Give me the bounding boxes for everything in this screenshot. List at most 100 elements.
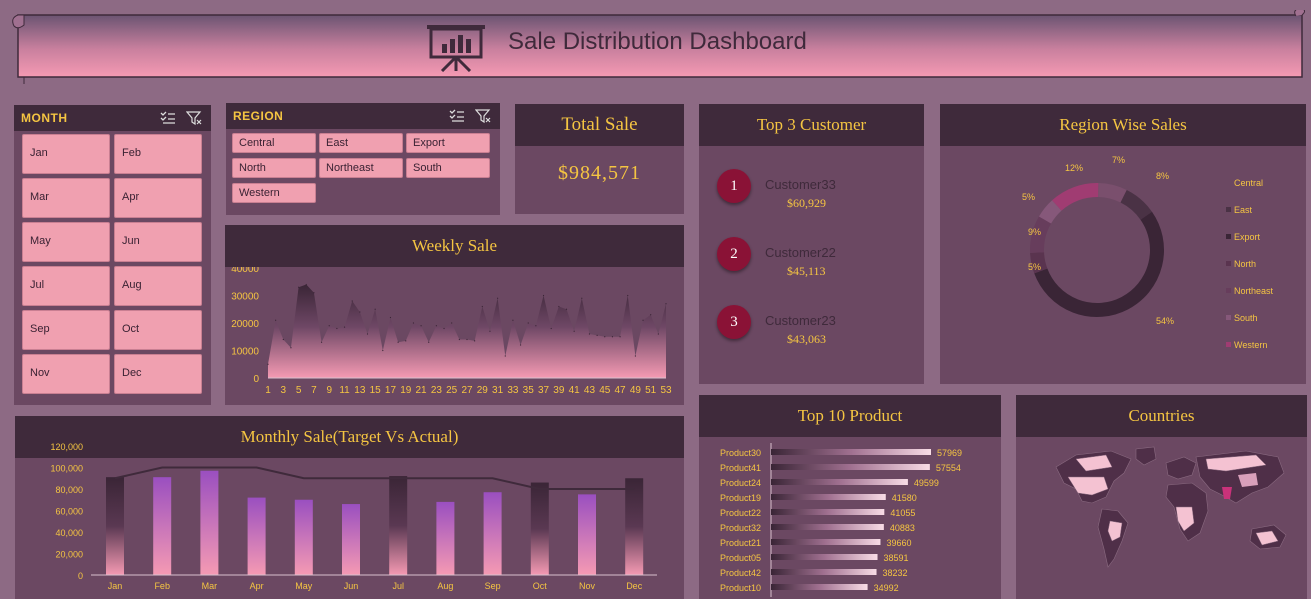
region-slicer-title: REGION [233,109,284,123]
region-button-south[interactable]: South [406,158,490,178]
month-button-sep[interactable]: Sep [22,310,110,350]
x-tick-label: 27 [461,385,473,396]
weekly-area [268,284,666,378]
weekly-point [611,336,614,338]
month-button-jul[interactable]: Jul [22,266,110,306]
weekly-point [504,355,506,357]
x-tick-label: 11 [339,385,350,396]
month-button-nov[interactable]: Nov [22,354,110,394]
multi-select-icon[interactable] [449,108,465,124]
product-bar-product30 [771,449,931,455]
countries-card: Countries [1016,395,1307,599]
weekly-point [282,338,284,341]
weekly-point [267,363,269,365]
legend-swatch [1226,261,1231,266]
legend-label-western: Western [1234,340,1267,350]
weekly-point [298,286,300,288]
month-button-jan[interactable]: Jan [22,134,110,174]
region-button-central[interactable]: Central [232,133,316,153]
product-label: Product22 [720,508,761,518]
month-button-apr[interactable]: Apr [114,178,202,218]
weekly-point [558,305,560,308]
weekly-point [527,322,529,324]
region-button-western[interactable]: Western [232,183,316,203]
weekly-point [466,338,468,341]
month-button-oct[interactable]: Oct [114,310,202,350]
legend-swatch [1226,288,1231,293]
weekly-point [634,355,636,357]
region-button-northeast[interactable]: Northeast [319,158,403,178]
weekly-point [596,334,598,336]
x-tick-label: 51 [645,385,657,396]
customer-amount: $60,929 [787,196,826,210]
region-button-north[interactable]: North [232,158,316,178]
bar-actual-jul [389,476,408,575]
weekly-point [535,325,537,327]
weekly-point [374,308,376,310]
product-bar-product32 [771,524,884,530]
month-slicer-title: MONTH [21,111,68,125]
month-button-may[interactable]: May [22,222,110,262]
legend-label-central: Central [1234,178,1263,188]
multi-select-icon[interactable] [160,110,176,126]
legend-label-east: East [1234,205,1253,215]
month-button-mar[interactable]: Mar [22,178,110,218]
clear-filter-icon[interactable] [186,110,202,126]
clear-filter-icon[interactable] [475,108,491,124]
region-button-export[interactable]: Export [406,133,490,153]
month-button-dec[interactable]: Dec [114,354,202,394]
weekly-point [519,344,522,346]
y-tick-label: 0 [253,374,259,385]
weekly-point [581,297,583,299]
x-tick-label: 43 [584,385,596,396]
bar-actual-feb [153,477,172,575]
month-button-jun[interactable]: Jun [114,222,202,262]
rank-badge: 3 [717,305,751,339]
legend-label-south: South [1234,313,1258,323]
donut-slice-export [1034,211,1164,317]
x-tick-label: 29 [477,385,489,396]
region-donut-chart: 7% 8% 54% 5% 9% 5% 12% Central East Export North No… [1022,155,1274,350]
bar-actual-sep [483,492,502,575]
x-tick-label: 15 [370,385,382,396]
product-bar-product10 [771,584,868,590]
legend-swatch [1226,342,1231,347]
legend-swatch [1226,234,1231,239]
month-button-feb[interactable]: Feb [114,134,202,174]
total-sale-card: Total Sale $984,571 [515,104,684,214]
weekly-point [619,336,621,338]
top-customers-title: Top 3 Customer [699,104,924,146]
x-tick-label: Apr [250,581,264,591]
month-button-aug[interactable]: Aug [114,266,202,306]
customer-name: Customer22 [765,245,836,260]
region-button-east[interactable]: East [319,133,403,153]
product-bar-product42 [771,569,877,575]
weekly-point [565,308,568,310]
x-tick-label: Sep [485,581,501,591]
y-tick-label: 10000 [231,347,259,358]
weekly-point [328,325,330,327]
header-banner: Sale Distribution Dashboard [10,7,1308,85]
product-bar-product24 [771,479,908,485]
slice-label-east: 8% [1156,171,1169,181]
slice-label-export: 54% [1156,316,1174,326]
weekly-point [336,327,338,330]
bar-actual-apr [247,497,266,575]
y-tick-label: 80,000 [55,485,83,495]
donut-slice-central [1097,183,1127,203]
product-value: 49599 [914,478,939,488]
x-tick-label: 13 [354,385,366,396]
x-tick-label: Nov [579,581,596,591]
x-tick-label: Dec [626,581,643,591]
x-tick-label: Aug [437,581,453,591]
weekly-point [550,327,552,330]
product-value: 38591 [884,553,909,563]
x-tick-label: 41 [569,385,581,396]
weekly-area-chart: 0100002000030000400001 3 5 7 9 11 13 15 17 19 21 23… [231,267,672,396]
product-label: Product32 [720,523,761,533]
x-tick-label: 45 [599,385,611,396]
total-sale-value: $984,571 [558,162,641,184]
bar-actual-mar [200,470,219,575]
product-bar-product05 [771,554,878,560]
weekly-point [366,333,369,335]
